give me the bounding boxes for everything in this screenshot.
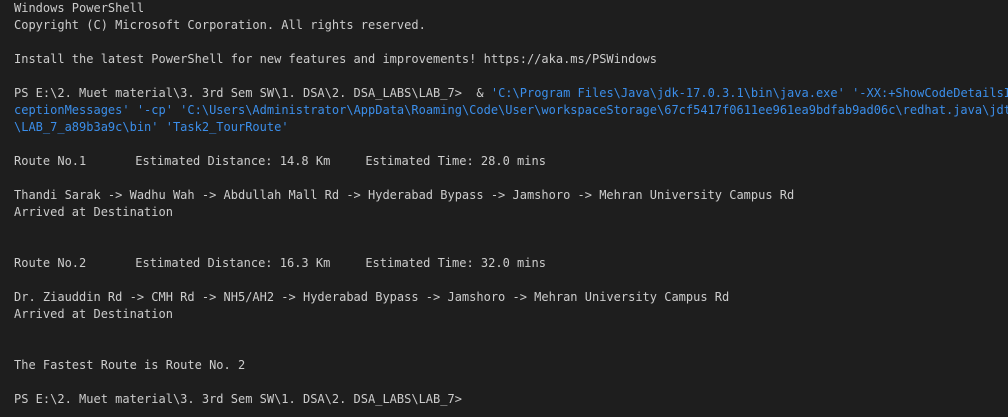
fastest-route-result: The Fastest Route is Route No. 2 (14, 358, 246, 372)
route-2-status: Arrived at Destination (14, 307, 173, 321)
route-2-summary: Route No.2 Estimated Distance: 16.3 Km Est… (14, 255, 1008, 272)
route-1-path: Thandi Sarak -> Wadhu Wah -> Abdullah Ma… (14, 188, 795, 202)
route-1-status: Arrived at Destination (14, 205, 173, 219)
route-2-label: Route No.2 (14, 256, 87, 270)
route-2-time: Estimated Time: 32.0 mins (365, 256, 546, 270)
route-1-distance: Estimated Distance: 14.8 Km (135, 154, 331, 168)
command-line-3: \LAB_7_a89b3a9c\bin' 'Task2_TourRoute' (14, 119, 1008, 136)
command-line-2: ceptionMessages' '-cp' 'C:\Users\Adminis… (14, 102, 1008, 119)
command-call-operator: & (469, 86, 491, 100)
command-line-1: PS E:\2. Muet material\3. 3rd Sem SW\1. … (14, 85, 1008, 102)
install-notice: Install the latest PowerShell for new fe… (14, 52, 657, 66)
header-title: Windows PowerShell (14, 1, 145, 15)
route-1-summary: Route No.1 Estimated Distance: 14.8 Km Est… (14, 153, 1008, 170)
route-2-distance: Estimated Distance: 16.3 Km (135, 256, 331, 270)
text-cursor (462, 391, 469, 405)
terminal-output[interactable]: Windows PowerShell Copyright (C) Microso… (0, 0, 1008, 417)
command-cp-flag: '-cp' (129, 103, 173, 117)
command-classpath-part2: \LAB_7_a89b3a9c\bin' (14, 120, 159, 134)
route-2-path: Dr. Ziauddin Rd -> CMH Rd -> NH5/AH2 -> … (14, 290, 730, 304)
command-java-path: 'C:\Program Files\Java\jdk-17.0.3.1\bin\… (490, 86, 845, 100)
final-prompt-line[interactable]: PS E:\2. Muet material\3. 3rd Sem SW\1. … (14, 391, 1008, 408)
command-prompt: PS E:\2. Muet material\3. 3rd Sem SW\1. … (14, 86, 470, 100)
command-classpath-part1: 'C:\Users\Administrator\AppData\Roaming\… (172, 103, 1008, 117)
final-prompt: PS E:\2. Muet material\3. 3rd Sem SW\1. … (14, 392, 462, 406)
header-copyright: Copyright (C) Microsoft Corporation. All… (14, 18, 426, 32)
route-1-time: Estimated Time: 28.0 mins (365, 154, 546, 168)
command-arg-jvm-part1: '-XX:+ShowCodeDetailsInEx (852, 86, 1008, 100)
command-main-class: 'Task2_TourRoute' (158, 120, 289, 134)
route-1-label: Route No.1 (14, 154, 87, 168)
command-arg-jvm-part2: ceptionMessages' (14, 103, 130, 117)
